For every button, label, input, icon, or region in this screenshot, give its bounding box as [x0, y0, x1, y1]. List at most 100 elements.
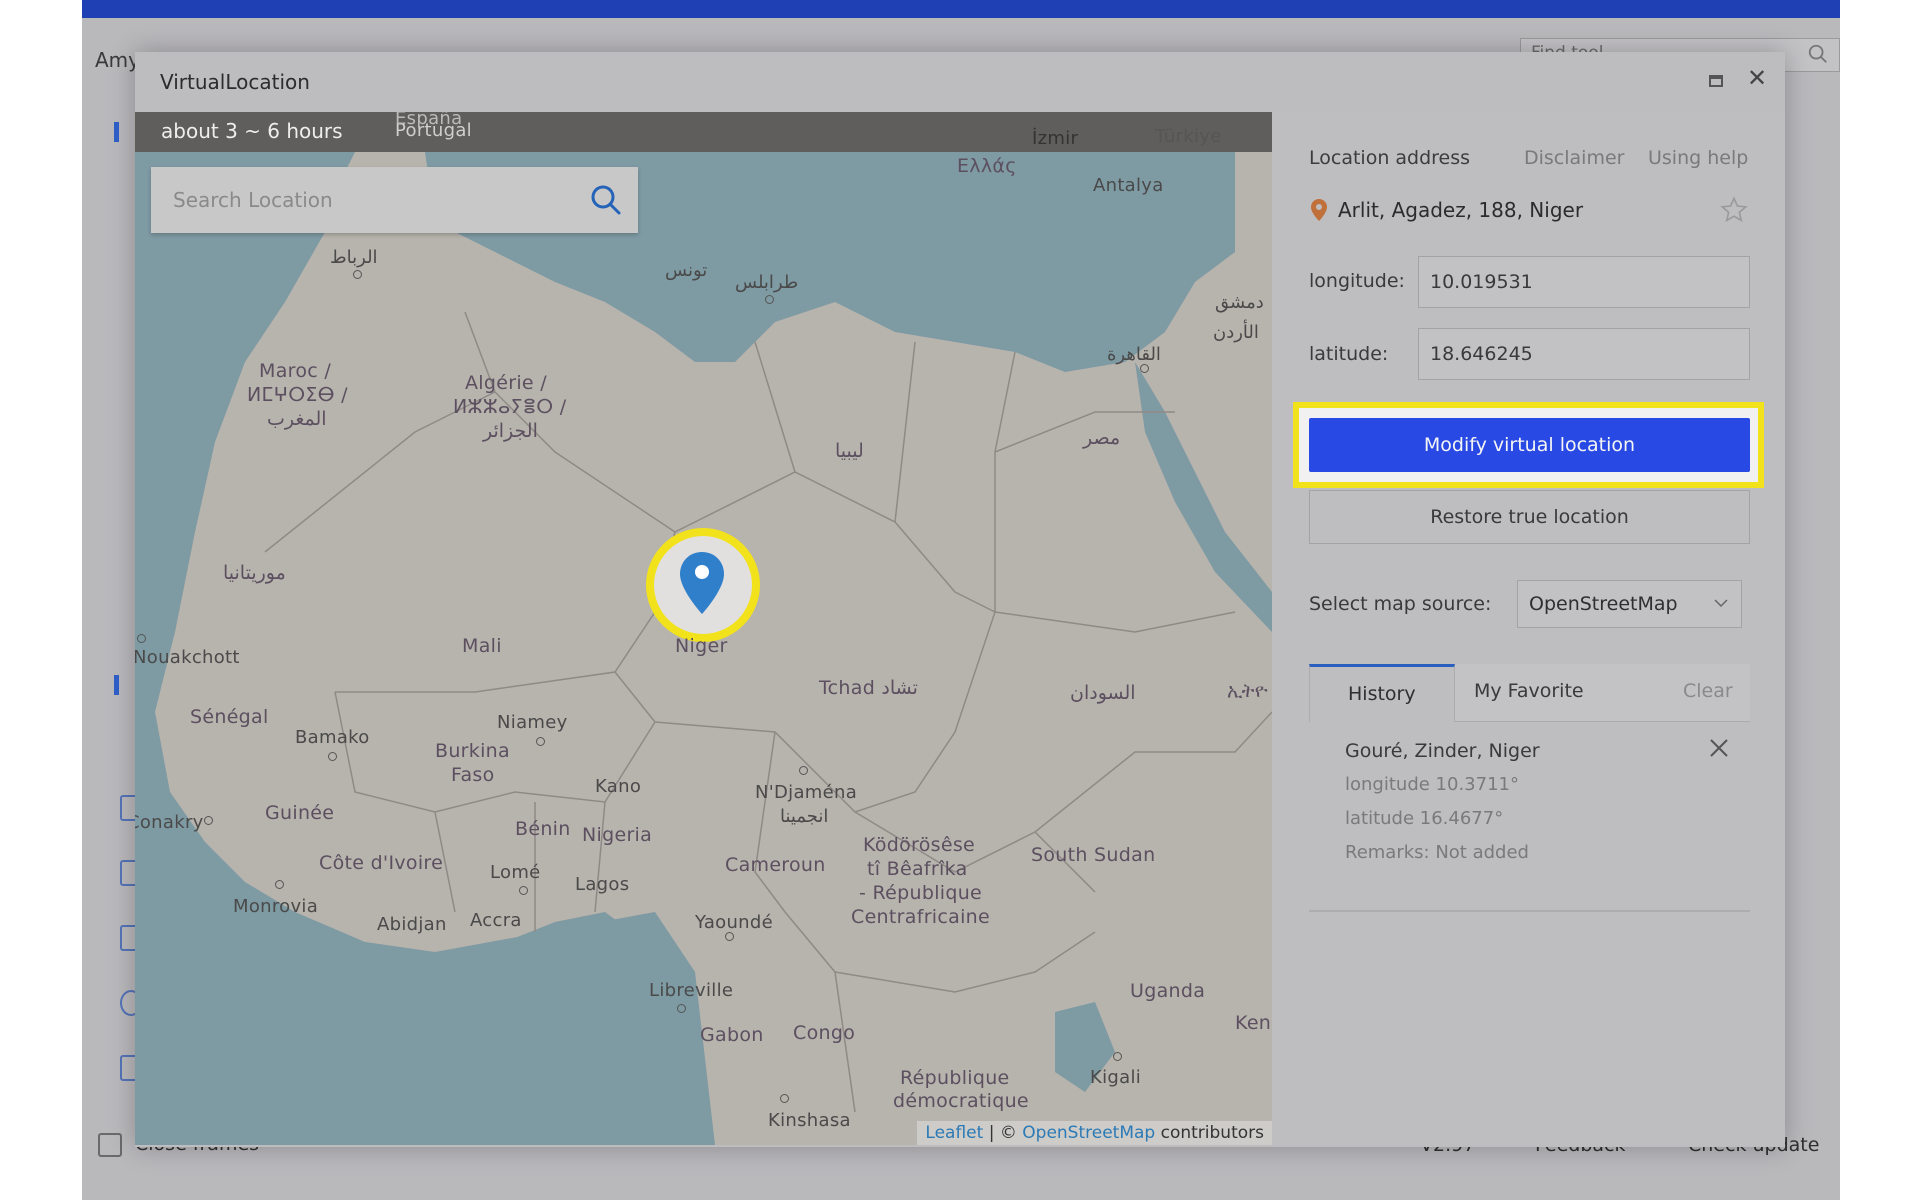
- estimate-banner-text: about 3 ~ 6 hours: [161, 119, 343, 143]
- history-item-longitude: longitude 10.3711°: [1345, 774, 1519, 795]
- map-label-drc-1: République: [900, 1067, 1010, 1089]
- close-frames-checkbox[interactable]: [98, 1133, 122, 1157]
- map-label-burkina: Burkina: [435, 740, 510, 762]
- map-label-algeria-ar: الجزائر: [483, 420, 538, 442]
- city-marker: [328, 752, 337, 761]
- map-label-car-4: Centrafricaine: [851, 906, 990, 928]
- search-location-input[interactable]: [151, 167, 571, 233]
- app-title-bar: [82, 0, 1840, 18]
- map-label-morocco-ar: المغرب: [267, 408, 327, 430]
- map-label-car-3: - République: [859, 882, 983, 904]
- city-marker: [1140, 364, 1149, 373]
- city-marker: [519, 886, 528, 895]
- map-label-gabon: Gabon: [700, 1024, 764, 1046]
- estimate-banner: about 3 ~ 6 hours Portugal España İzmir …: [135, 112, 1272, 152]
- map-label-faso: Faso: [451, 764, 495, 786]
- tab-history-label: History: [1348, 683, 1416, 705]
- sidebar-section-marker: [114, 122, 119, 142]
- close-icon[interactable]: [1707, 736, 1731, 760]
- city-marker: [275, 880, 284, 889]
- city-marker: [204, 816, 213, 825]
- map-label-mali: Mali: [462, 635, 502, 657]
- modify-virtual-location-button[interactable]: Modify virtual location: [1309, 418, 1750, 472]
- map-label-lagos: Lagos: [575, 874, 630, 895]
- map-label-yaounde: Yaoundé: [695, 912, 773, 933]
- location-panel: Location address Disclaimer Using help A…: [1272, 112, 1785, 1145]
- city-marker: [137, 634, 146, 643]
- star-icon[interactable]: [1720, 196, 1748, 224]
- city-marker: [677, 1004, 686, 1013]
- history-divider: [1309, 910, 1750, 912]
- city-marker: [536, 737, 545, 746]
- longitude-input[interactable]: [1418, 256, 1750, 308]
- map-label-kenya: Ken: [1235, 1012, 1272, 1034]
- latitude-input[interactable]: [1418, 328, 1750, 380]
- search-icon[interactable]: [589, 183, 623, 217]
- attribution-suffix: contributors: [1155, 1123, 1264, 1143]
- restore-true-location-button[interactable]: Restore true location: [1309, 490, 1750, 544]
- map-label-conakry: Conakry: [135, 812, 204, 833]
- map-label-cameroon: Cameroun: [725, 854, 826, 876]
- city-marker: [353, 270, 362, 279]
- map-label-izmir: İzmir: [1032, 128, 1079, 149]
- map-label-greece: Ελλάς: [957, 155, 1017, 177]
- map-view[interactable]: about 3 ~ 6 hours Portugal España İzmir …: [135, 112, 1272, 1145]
- city-marker: [780, 1094, 789, 1103]
- map-label-lome: Lomé: [490, 862, 541, 883]
- map-label-egypt: مصر: [1083, 427, 1121, 449]
- map-source-label: Select map source:: [1309, 593, 1492, 615]
- clear-history-button[interactable]: Clear: [1683, 680, 1733, 702]
- current-address: Arlit, Agadez, 188, Niger: [1338, 198, 1584, 222]
- using-help-link[interactable]: Using help: [1648, 147, 1748, 169]
- map-label-sudan: السودان: [1070, 682, 1136, 704]
- map-label-car-1: Ködörösêse: [863, 834, 976, 856]
- map-label-bamako: Bamako: [295, 727, 370, 748]
- map-label-cote-divoire: Côte d'Ivoire: [319, 852, 444, 874]
- history-list-item[interactable]: Gouré, Zinder, Niger longitude 10.3711° …: [1309, 732, 1750, 863]
- map-label-monrovia: Monrovia: [233, 896, 319, 917]
- tab-my-favorite[interactable]: My Favorite: [1474, 680, 1584, 702]
- map-label-damascus: دمشق: [1215, 292, 1264, 313]
- map-label-guinea: Guinée: [265, 802, 335, 824]
- map-label-ndjamena: N'Djaména: [755, 782, 858, 803]
- map-label-kinshasa: Kinshasa: [768, 1110, 851, 1131]
- map-label-ethiopia: ኢትዮ: [1227, 680, 1268, 702]
- leaflet-link[interactable]: Leaflet: [925, 1123, 983, 1143]
- map-label-cairo: القاهرة: [1107, 344, 1161, 365]
- latitude-label: latitude:: [1309, 343, 1389, 365]
- marker-country-label: Niger: [675, 635, 728, 657]
- map-label-libreville: Libreville: [649, 980, 734, 1001]
- map-label-uganda: Uganda: [1130, 980, 1206, 1002]
- search-icon[interactable]: [1807, 43, 1829, 65]
- city-marker: [765, 295, 774, 304]
- map-label-libya: ليبيا: [835, 440, 864, 462]
- location-pin-icon: [1311, 199, 1327, 221]
- tab-history[interactable]: History: [1309, 664, 1455, 722]
- map-label-tripoli: طرابلس: [735, 272, 799, 293]
- history-item-remarks: Remarks: Not added: [1345, 842, 1529, 863]
- map-pin-icon[interactable]: [677, 550, 727, 616]
- history-favorite-tabs: History My Favorite Clear: [1309, 664, 1750, 722]
- dialog-title: VirtualLocation: [160, 70, 310, 94]
- map-label-chad: Tchad تشاد: [819, 677, 918, 699]
- map-label-car-2: tî Bêafrîka: [867, 858, 968, 880]
- maximize-icon[interactable]: [1709, 75, 1723, 87]
- search-location-box: [151, 167, 638, 233]
- close-icon[interactable]: ✕: [1747, 66, 1767, 90]
- background-app-title: Amy: [95, 48, 140, 72]
- openstreetmap-link[interactable]: OpenStreetMap: [1022, 1123, 1155, 1143]
- map-source-select[interactable]: OpenStreetMap: [1517, 580, 1742, 628]
- map-label-nigeria: Nigeria: [582, 824, 653, 846]
- map-label-jordan: الأردن: [1213, 322, 1259, 343]
- disclaimer-link[interactable]: Disclaimer: [1524, 147, 1624, 169]
- map-label-congo: Congo: [793, 1022, 856, 1044]
- sidebar-section-marker: [114, 675, 119, 695]
- map-label-morocco: Maroc /: [259, 360, 332, 382]
- map-label-tunis: تونس: [665, 260, 708, 281]
- map-label-nouakchott: Nouakchott: [135, 647, 240, 668]
- map-label-turkiye: Türkiye: [1155, 126, 1222, 147]
- map-label-kano: Kano: [595, 776, 642, 797]
- attribution-separator: | ©: [983, 1123, 1023, 1143]
- city-marker: [725, 932, 734, 941]
- map-label-ndjamena-ar: انجمينا: [780, 806, 829, 827]
